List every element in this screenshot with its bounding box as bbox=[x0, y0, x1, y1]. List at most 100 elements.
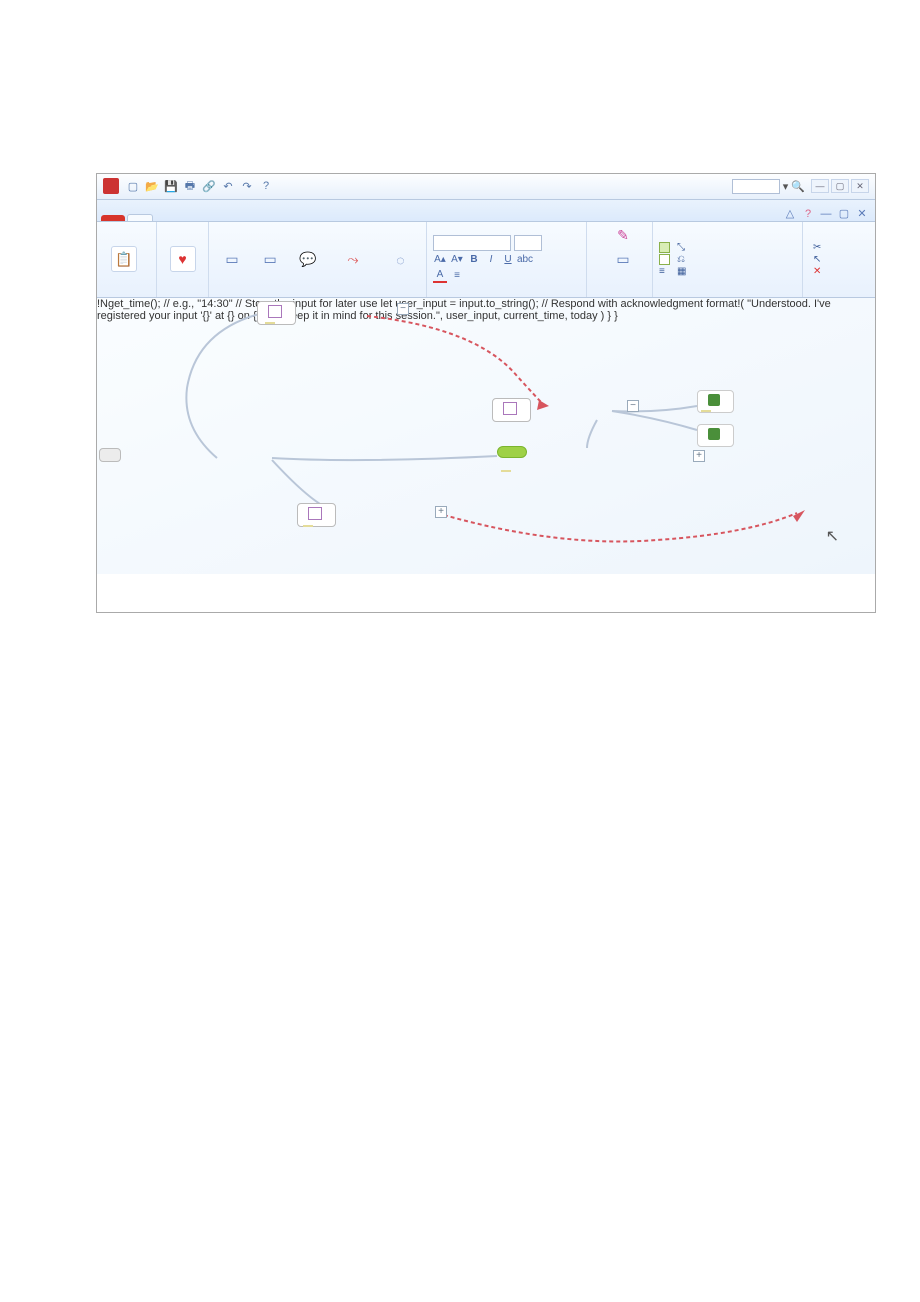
group-font-label bbox=[433, 295, 580, 296]
binoculars-icon[interactable]: 🔍 bbox=[791, 180, 805, 193]
find-box[interactable]: ▾ 🔍 bbox=[729, 179, 805, 194]
win-close-icon[interactable]: ✕ bbox=[855, 207, 869, 221]
collapse-ribbon-icon[interactable]: △ bbox=[783, 207, 797, 221]
clear-icon: ✕ bbox=[813, 266, 821, 277]
growth-button[interactable]: ⤡ bbox=[677, 242, 689, 253]
cursor-icon: ↖ bbox=[813, 254, 821, 265]
fill-swatch-icon bbox=[659, 242, 670, 253]
map-canvas[interactable]: − − + + bbox=[97, 298, 875, 574]
topic-button[interactable]: ▭ bbox=[215, 249, 249, 271]
font-color-icon[interactable]: A bbox=[433, 269, 447, 283]
tag-r1 bbox=[701, 410, 711, 412]
relationship-button[interactable]: ⤳ bbox=[329, 249, 377, 271]
select-button[interactable]: ↖ bbox=[813, 254, 824, 265]
tab-extras[interactable] bbox=[233, 215, 257, 221]
attach-icon[interactable]: 🔗 bbox=[201, 178, 217, 194]
tab-file[interactable] bbox=[101, 215, 125, 221]
alignimg-icon: ▦ bbox=[677, 266, 686, 277]
expand-bottom[interactable]: + bbox=[435, 506, 447, 518]
expand-top[interactable]: − bbox=[397, 303, 409, 315]
subtopic-button[interactable]: ▭ bbox=[253, 249, 287, 271]
tab-insert[interactable] bbox=[155, 215, 179, 221]
italic-button[interactable]: I bbox=[484, 253, 498, 267]
close-button[interactable]: ✕ bbox=[851, 179, 869, 193]
print-icon[interactable]: 🖶 bbox=[182, 178, 198, 194]
tab-view[interactable] bbox=[207, 215, 231, 221]
grow-font-icon[interactable]: A▴ bbox=[433, 253, 447, 267]
tab-review[interactable] bbox=[181, 215, 205, 221]
align-image-button[interactable]: ▦ bbox=[677, 266, 689, 277]
fill-color-button[interactable] bbox=[659, 242, 673, 253]
topic-lines-button[interactable]: ⎌ bbox=[677, 254, 689, 265]
connectors bbox=[97, 298, 875, 574]
topic-shape-button[interactable]: ▭ bbox=[593, 249, 653, 271]
shrink-font-icon[interactable]: A▾ bbox=[450, 253, 464, 267]
win-restore-icon[interactable]: ▢ bbox=[837, 207, 851, 221]
app-logo-icon bbox=[103, 178, 119, 194]
growth-icon: ⤡ bbox=[677, 242, 685, 253]
strike-button[interactable]: abc bbox=[518, 253, 532, 267]
line-weight-icon: ≡ bbox=[659, 266, 665, 277]
line-color-button[interactable] bbox=[659, 254, 673, 265]
font-size-select[interactable] bbox=[514, 235, 542, 251]
maximize-button[interactable]: ▢ bbox=[831, 179, 849, 193]
underline-button[interactable]: U bbox=[501, 253, 515, 267]
find-input[interactable] bbox=[732, 179, 780, 194]
callout-button[interactable]: 💬 bbox=[291, 249, 325, 271]
group-style-label bbox=[163, 295, 202, 296]
tag-center bbox=[501, 470, 511, 472]
save-icon[interactable]: 💾 bbox=[163, 178, 179, 194]
subtopic-icon: ▭ bbox=[259, 249, 281, 271]
new-icon[interactable]: ▢ bbox=[125, 178, 141, 194]
split-button[interactable]: ✂ bbox=[813, 242, 824, 253]
bold-button[interactable]: B bbox=[467, 253, 481, 267]
ribbon: 📋 ♥ ▭ ▭ 💬 bbox=[97, 222, 875, 298]
group-format-label bbox=[659, 295, 796, 296]
group-clipboard-label bbox=[103, 295, 150, 296]
help2-icon[interactable]: ? bbox=[801, 207, 815, 221]
align-icon[interactable]: ≡ bbox=[450, 269, 464, 283]
calendar-icon bbox=[503, 402, 517, 415]
minimize-button[interactable]: — bbox=[811, 179, 829, 193]
expand-mid[interactable]: − bbox=[627, 400, 639, 412]
paragraph-1 bbox=[96, 130, 824, 155]
heart-icon: ♥ bbox=[170, 246, 196, 272]
map-style-button[interactable]: ♥ bbox=[163, 246, 202, 273]
group-insert-label bbox=[215, 295, 420, 296]
node-center[interactable] bbox=[497, 446, 527, 458]
line-button[interactable]: ≡ bbox=[659, 266, 673, 277]
ribbon-tabs: △ ? — ▢ ✕ bbox=[97, 200, 875, 222]
paste-icon: 📋 bbox=[111, 246, 137, 272]
titlebar: ▢ 📂 💾 🖶 🔗 ↶ ↷ ? ▾ 🔍 — ▢ ✕ bbox=[97, 174, 875, 200]
shape-icon: ▭ bbox=[612, 249, 634, 271]
tab-home[interactable] bbox=[127, 214, 153, 221]
help-icon[interactable]: ? bbox=[258, 178, 274, 194]
open-icon[interactable]: 📂 bbox=[144, 178, 160, 194]
win-min-icon[interactable]: — bbox=[819, 207, 833, 221]
callout-icon: 💬 bbox=[297, 249, 319, 271]
clear-button[interactable]: ✕ bbox=[813, 266, 824, 277]
tag-top bbox=[265, 322, 275, 324]
node-bottom[interactable] bbox=[297, 503, 336, 527]
font-name-select[interactable] bbox=[433, 235, 511, 251]
paste-button[interactable]: 📋 bbox=[103, 246, 145, 273]
find-dropdown-icon[interactable]: ▾ bbox=[783, 180, 789, 193]
topic-icon: ▭ bbox=[221, 249, 243, 271]
node-root[interactable] bbox=[99, 448, 121, 462]
priority-1-icon bbox=[708, 394, 720, 406]
topiclines-icon: ⎌ bbox=[677, 254, 685, 265]
redo-icon[interactable]: ↷ bbox=[239, 178, 255, 194]
topic-style-button[interactable]: ✎ bbox=[593, 225, 653, 247]
node-mid[interactable] bbox=[492, 398, 531, 422]
expand-center[interactable]: + bbox=[693, 450, 705, 462]
node-r2[interactable] bbox=[697, 424, 734, 447]
node-top[interactable] bbox=[257, 301, 296, 325]
tag-bottom bbox=[303, 525, 313, 527]
app-screenshot: ▢ 📂 💾 🖶 🔗 ↶ ↷ ? ▾ 🔍 — ▢ ✕ bbox=[96, 173, 876, 613]
undo-icon[interactable]: ↶ bbox=[220, 178, 236, 194]
brush-icon: ✎ bbox=[612, 225, 634, 247]
boundary-button[interactable]: ◌ bbox=[381, 249, 420, 271]
quick-access-toolbar[interactable]: ▢ 📂 💾 🖶 🔗 ↶ ↷ ? bbox=[125, 178, 274, 194]
boundary-icon: ◌ bbox=[389, 249, 411, 271]
priority-2-icon bbox=[708, 428, 720, 440]
